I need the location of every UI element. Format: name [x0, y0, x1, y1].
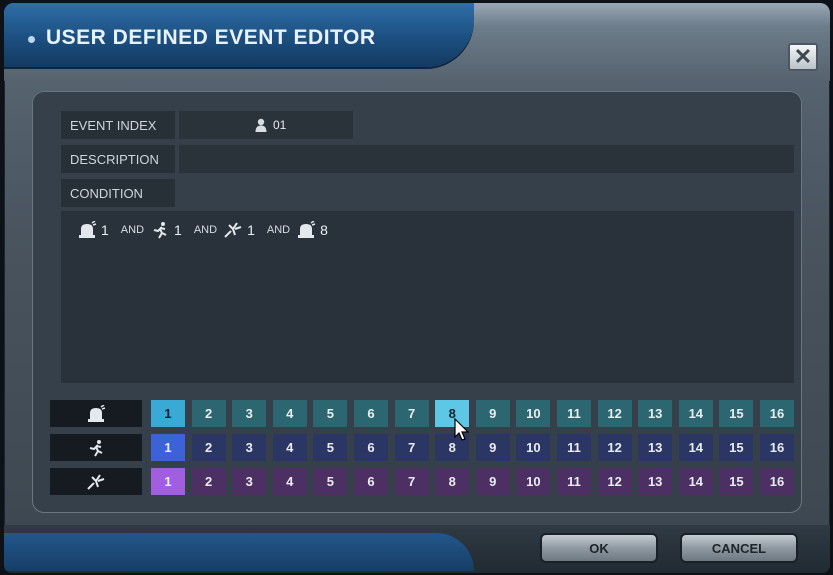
and-label-1: AND — [120, 224, 145, 236]
alarm-channel-4[interactable]: 4 — [272, 400, 307, 427]
condition-value-3: 1 — [247, 222, 255, 238]
video-loss-channel-8[interactable]: 8 — [435, 468, 470, 495]
alarm-channel-2[interactable]: 2 — [191, 400, 226, 427]
alarm-channel-7[interactable]: 7 — [394, 400, 429, 427]
video-loss-channel-12[interactable]: 12 — [597, 468, 632, 495]
video-loss-channel-2[interactable]: 2 — [191, 468, 226, 495]
motion-row: 1 2 3 4 5 6 7 8 9 10 11 12 13 14 15 16 — [50, 434, 800, 461]
condition-area: 1 AND 1 AND 1 AND 8 — [61, 211, 794, 383]
motion-icon — [153, 222, 167, 239]
alarm-channel-5[interactable]: 5 — [313, 400, 348, 427]
alarm-row: 1 2 3 4 5 6 7 8 9 10 11 12 13 14 15 16 — [50, 400, 800, 427]
description-label: DESCRIPTION — [61, 145, 175, 173]
condition-label: CONDITION — [61, 179, 175, 207]
video-loss-icon — [87, 473, 105, 490]
motion-channel-12[interactable]: 12 — [597, 434, 632, 461]
video-loss-channel-13[interactable]: 13 — [638, 468, 673, 495]
event-index-label: EVENT INDEX — [61, 111, 175, 139]
video-loss-channel-5[interactable]: 5 — [313, 468, 348, 495]
video-loss-channel-15[interactable]: 15 — [719, 468, 754, 495]
video-loss-channel-10[interactable]: 10 — [516, 468, 551, 495]
motion-channel-2[interactable]: 2 — [191, 434, 226, 461]
alarm-channel-6[interactable]: 6 — [354, 400, 388, 427]
motion-row-header — [50, 434, 142, 461]
editor-panel: EVENT INDEX 01 DESCRIPTION CONDITION 1 A… — [32, 91, 802, 513]
video-loss-channel-4[interactable]: 4 — [272, 468, 307, 495]
video-loss-row-header — [50, 468, 142, 495]
event-index-field[interactable]: 01 — [179, 111, 353, 139]
alarm-channel-9[interactable]: 9 — [475, 400, 510, 427]
channel-grid: 1 2 3 4 5 6 7 8 9 10 11 12 13 14 15 16 1 2 3 4 5 6 7 8 9 10 11 12 1… — [50, 400, 800, 495]
title-dot — [28, 36, 35, 43]
motion-channel-10[interactable]: 10 — [516, 434, 551, 461]
title-tab: USER DEFINED EVENT EDITOR — [4, 3, 474, 67]
motion-channel-13[interactable]: 13 — [638, 434, 673, 461]
alarm-channel-12[interactable]: 12 — [597, 400, 632, 427]
alarm-channel-13[interactable]: 13 — [638, 400, 673, 427]
alarm-channel-14[interactable]: 14 — [678, 400, 713, 427]
alarm-icon — [88, 404, 106, 422]
motion-channel-15[interactable]: 15 — [719, 434, 754, 461]
condition-value-2: 1 — [174, 222, 182, 238]
motion-channel-16[interactable]: 16 — [760, 434, 794, 461]
video-loss-channel-7[interactable]: 7 — [394, 468, 429, 495]
alarm-channel-11[interactable]: 11 — [557, 400, 591, 427]
video-loss-channel-6[interactable]: 6 — [354, 468, 388, 495]
motion-channel-5[interactable]: 5 — [313, 434, 348, 461]
motion-channel-1[interactable]: 1 — [151, 434, 185, 461]
motion-icon — [89, 439, 103, 457]
video-loss-icon — [224, 222, 242, 238]
and-label-3: AND — [266, 224, 291, 236]
alarm-channel-1[interactable]: 1 — [151, 400, 185, 427]
video-loss-channel-11[interactable]: 11 — [557, 468, 591, 495]
close-button[interactable]: ✕ — [788, 43, 818, 71]
motion-channel-14[interactable]: 14 — [678, 434, 713, 461]
alarm-channel-15[interactable]: 15 — [719, 400, 754, 427]
alarm-channel-10[interactable]: 10 — [516, 400, 551, 427]
motion-channel-3[interactable]: 3 — [232, 434, 267, 461]
mouse-cursor-icon — [454, 418, 470, 441]
alarm-channel-3[interactable]: 3 — [232, 400, 267, 427]
window-title: USER DEFINED EVENT EDITOR — [46, 26, 376, 49]
alarm-icon — [298, 221, 316, 238]
video-loss-channel-16[interactable]: 16 — [760, 468, 794, 495]
alarm-channel-16[interactable]: 16 — [760, 400, 794, 427]
video-loss-channel-3[interactable]: 3 — [232, 468, 267, 495]
motion-channel-9[interactable]: 9 — [475, 434, 510, 461]
motion-channel-6[interactable]: 6 — [354, 434, 388, 461]
close-icon: ✕ — [793, 44, 813, 69]
event-index-value: 01 — [273, 118, 287, 132]
event-editor-window: USER DEFINED EVENT EDITOR ✕ EVENT INDEX … — [4, 3, 830, 573]
ok-button[interactable]: OK — [540, 533, 658, 563]
cancel-button[interactable]: CANCEL — [680, 533, 798, 563]
user-icon — [255, 118, 267, 132]
alarm-icon — [79, 221, 97, 238]
condition-expression: 1 AND 1 AND 1 AND 8 — [77, 221, 328, 239]
motion-channel-7[interactable]: 7 — [394, 434, 429, 461]
motion-channel-4[interactable]: 4 — [272, 434, 307, 461]
description-field[interactable] — [179, 145, 794, 173]
motion-channel-11[interactable]: 11 — [557, 434, 591, 461]
condition-value-1: 1 — [101, 222, 109, 238]
video-loss-channel-9[interactable]: 9 — [475, 468, 510, 495]
and-label-2: AND — [193, 224, 218, 236]
video-loss-row: 1 2 3 4 5 6 7 8 9 10 11 12 13 14 15 16 — [50, 468, 800, 495]
video-loss-channel-14[interactable]: 14 — [678, 468, 713, 495]
condition-value-4: 8 — [320, 222, 328, 238]
video-loss-channel-1[interactable]: 1 — [151, 468, 185, 495]
footer-tab — [4, 533, 474, 571]
alarm-row-header — [50, 400, 142, 427]
